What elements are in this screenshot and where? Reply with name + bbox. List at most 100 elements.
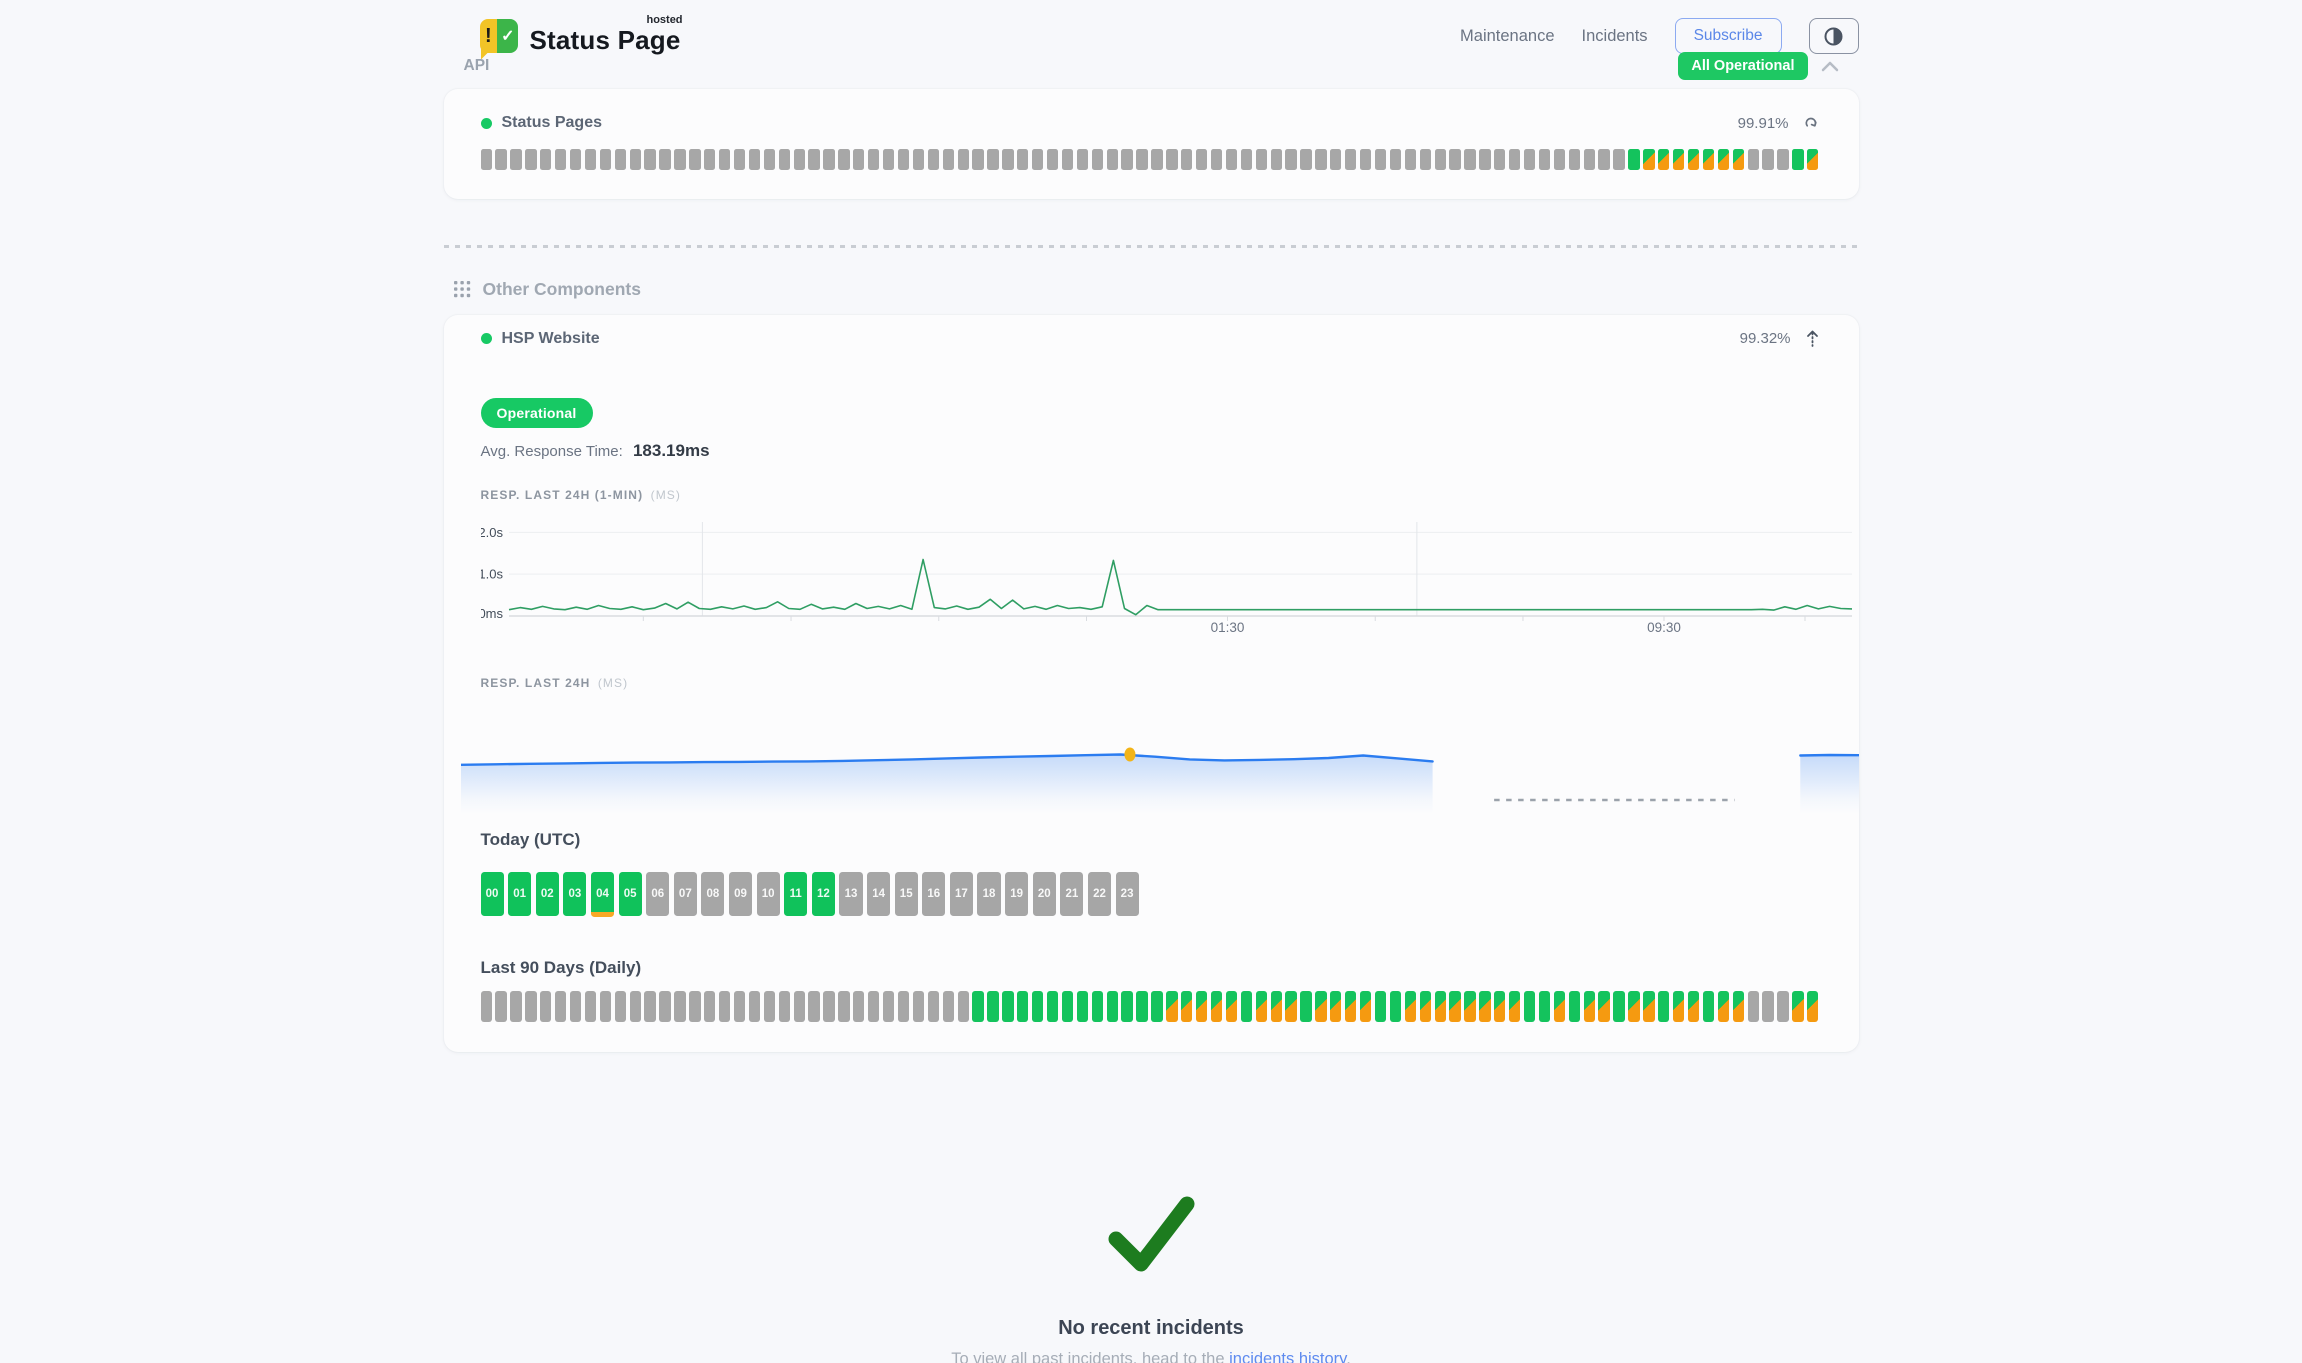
nav-incidents[interactable]: Incidents bbox=[1582, 27, 1648, 46]
svg-text:0ms: 0ms bbox=[481, 606, 503, 621]
uptime-bar bbox=[1345, 991, 1356, 1022]
uptime-bar bbox=[704, 991, 715, 1022]
component-row: HSP Website 99.32% bbox=[481, 330, 1819, 348]
uptime-bar bbox=[808, 149, 819, 170]
uptime-bar bbox=[1554, 991, 1565, 1022]
uptime-bar bbox=[1047, 991, 1058, 1022]
avg-response-label: Avg. Response Time: bbox=[481, 443, 623, 460]
uptime-bar bbox=[1777, 149, 1788, 170]
uptime-bar bbox=[1733, 149, 1744, 170]
uptime-bar bbox=[540, 149, 551, 170]
uptime-bar bbox=[1792, 991, 1803, 1022]
logo-check: ✓ bbox=[497, 19, 518, 53]
uptime-bar bbox=[689, 149, 700, 170]
uptime-bar bbox=[943, 991, 954, 1022]
hour-block-13: 13 bbox=[839, 872, 862, 916]
subscribe-button[interactable]: Subscribe bbox=[1675, 18, 1782, 54]
theme-toggle-button[interactable] bbox=[1809, 18, 1859, 54]
uptime-bar bbox=[719, 149, 730, 170]
uptime-bar bbox=[1539, 991, 1550, 1022]
hour-block-06: 06 bbox=[646, 872, 669, 916]
uptime-bar bbox=[1405, 991, 1416, 1022]
response-time-area-chart bbox=[461, 696, 1859, 814]
uptime-bar bbox=[1643, 991, 1654, 1022]
uptime-bar bbox=[1136, 149, 1147, 170]
uptime-bar bbox=[525, 991, 536, 1022]
hour-label: 17 bbox=[955, 888, 968, 900]
uptime-bar bbox=[1524, 991, 1535, 1022]
dashed-section-divider bbox=[444, 245, 1859, 248]
uptime-bar bbox=[644, 149, 655, 170]
operational-status-badge: Operational bbox=[481, 398, 593, 428]
uptime-bar bbox=[764, 991, 775, 1022]
uptime-percentage: 99.32% bbox=[1740, 330, 1791, 347]
uptime-bar bbox=[495, 991, 506, 1022]
uptime-bar bbox=[674, 991, 685, 1022]
nav-maintenance[interactable]: Maintenance bbox=[1460, 27, 1554, 46]
hour-label: 05 bbox=[624, 888, 637, 900]
uptime-bar bbox=[1136, 991, 1147, 1022]
hour-label: 09 bbox=[734, 888, 747, 900]
chevron-up-icon bbox=[1821, 60, 1839, 72]
uptime-bar bbox=[1703, 149, 1714, 170]
uptime-bar bbox=[510, 149, 521, 170]
uptime-bar bbox=[1285, 149, 1296, 170]
chart1-unit: (MS) bbox=[651, 488, 681, 502]
uptime-bar bbox=[481, 149, 492, 170]
other-components-head: Other Components bbox=[444, 279, 1859, 300]
hour-block-08: 08 bbox=[701, 872, 724, 916]
uptime-bar bbox=[600, 149, 611, 170]
uptime-bar bbox=[1598, 991, 1609, 1022]
uptime-bar bbox=[764, 149, 775, 170]
uptime-bar bbox=[823, 991, 834, 1022]
uptime-bar bbox=[1330, 991, 1341, 1022]
uptime-bar bbox=[868, 991, 879, 1022]
uptime-bar bbox=[525, 149, 536, 170]
subtitle-suffix: . bbox=[1346, 1350, 1351, 1363]
uptime-bar bbox=[1211, 991, 1222, 1022]
hour-label: 07 bbox=[679, 888, 692, 900]
uptime-bar bbox=[1613, 991, 1624, 1022]
hour-block-04: 04 bbox=[591, 872, 614, 916]
brand-logo[interactable]: ! ✓ hosted Status Page bbox=[480, 16, 681, 56]
hour-label: 22 bbox=[1093, 888, 1106, 900]
uptime-bar bbox=[1121, 991, 1132, 1022]
uptime-bar bbox=[779, 149, 790, 170]
uptime-bar bbox=[1449, 991, 1460, 1022]
uptime-bar bbox=[630, 991, 641, 1022]
uptime-bar bbox=[1241, 991, 1252, 1022]
uptime-bar bbox=[958, 149, 969, 170]
collapse-section-button[interactable] bbox=[1821, 60, 1839, 72]
component-name: HSP Website bbox=[502, 330, 600, 348]
overall-status-badge[interactable]: All Operational bbox=[1678, 52, 1807, 80]
logo-exclamation: ! bbox=[480, 19, 498, 53]
uptime-bar bbox=[823, 149, 834, 170]
uptime-bar bbox=[1017, 149, 1028, 170]
chart1-label: RESP. LAST 24H (1-MIN) (MS) bbox=[481, 488, 1819, 502]
uptime-bar bbox=[1300, 991, 1311, 1022]
uptime-bar bbox=[1435, 991, 1446, 1022]
uptime-bar bbox=[868, 149, 879, 170]
hour-block-00: 00 bbox=[481, 872, 504, 916]
hour-label: 10 bbox=[762, 888, 775, 900]
uptime-bar bbox=[1271, 149, 1282, 170]
component-name: Status Pages bbox=[502, 114, 602, 132]
uptime-bar bbox=[644, 991, 655, 1022]
brand-text: hosted Status Page bbox=[530, 16, 681, 56]
brand-hosted-label: hosted bbox=[646, 14, 682, 26]
uptime-bar bbox=[972, 149, 983, 170]
uptime-bar bbox=[495, 149, 506, 170]
uptime-bar bbox=[1464, 991, 1475, 1022]
uptime-bar bbox=[689, 991, 700, 1022]
incidents-history-link[interactable]: incidents history bbox=[1229, 1350, 1346, 1363]
svg-text:2.0s: 2.0s bbox=[481, 524, 503, 539]
hour-label: 00 bbox=[486, 888, 499, 900]
uptime-bar bbox=[659, 991, 670, 1022]
no-incidents-title: No recent incidents bbox=[444, 1317, 1859, 1340]
uptime-bar bbox=[1539, 149, 1550, 170]
no-incidents-section: No recent incidents To view all past inc… bbox=[444, 1192, 1859, 1363]
hour-block-02: 02 bbox=[536, 872, 559, 916]
uptime-bar bbox=[1017, 991, 1028, 1022]
refresh-button[interactable] bbox=[1804, 116, 1819, 131]
uptime-bar bbox=[1479, 991, 1490, 1022]
